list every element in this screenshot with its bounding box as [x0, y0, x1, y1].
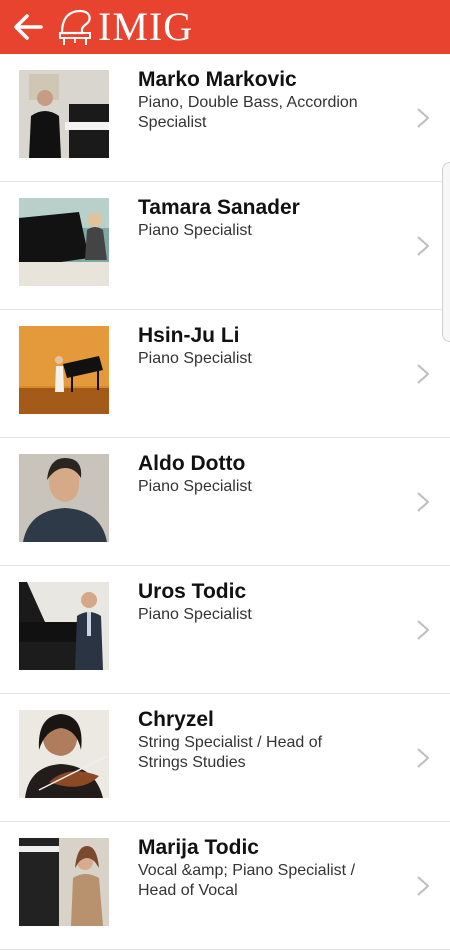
list-item[interactable]: Marija Todic Vocal &amp; Piano Specialis… [0, 822, 450, 950]
teacher-name: Tamara Sanader [138, 196, 300, 219]
list-item[interactable]: Aldo Dotto Piano Specialist [0, 438, 450, 566]
teacher-photo [19, 582, 109, 670]
chevron-right-icon [417, 235, 430, 256]
list-item[interactable]: Chryzel String Specialist / Head of Stri… [0, 694, 450, 822]
teacher-name: Marija Todic [138, 836, 259, 859]
teacher-photo [19, 198, 109, 286]
teacher-name: Marko Markovic [138, 68, 297, 91]
teacher-name: Chryzel [138, 708, 214, 731]
teacher-photo [19, 70, 109, 158]
back-button[interactable] [6, 0, 50, 54]
teacher-role: Piano Specialist [138, 606, 252, 623]
chevron-right-icon [417, 747, 430, 768]
teacher-name: Uros Todic [138, 580, 247, 603]
teacher-role: Vocal &amp; Piano Specialist / Head of V… [138, 862, 356, 899]
scroll-handle[interactable] [442, 162, 450, 342]
list-item[interactable]: Uros Todic Piano Specialist [0, 566, 450, 694]
arrow-left-icon [14, 14, 43, 40]
chevron-right-icon [417, 875, 430, 896]
teacher-name: Hsin-Ju Li [138, 324, 240, 347]
grand-piano-icon [59, 9, 91, 45]
teacher-name: Aldo Dotto [138, 452, 246, 475]
teacher-photo [19, 838, 109, 926]
teacher-list: Marko Markovic Piano, Double Bass, Accor… [0, 54, 450, 950]
list-item[interactable]: Hsin-Ju Li Piano Specialist [0, 310, 450, 438]
chevron-right-icon [417, 491, 430, 512]
chevron-right-icon [417, 107, 430, 128]
teacher-photo [19, 326, 109, 414]
teacher-role: String Specialist / Head of Strings Stud… [138, 734, 323, 771]
app-bar: IMIG [0, 0, 450, 54]
teacher-role: Piano, Double Bass, Accordion Specialist [138, 94, 358, 131]
chevron-right-icon [417, 363, 430, 384]
teacher-role: Piano Specialist [138, 350, 252, 367]
chevron-right-icon [417, 619, 430, 640]
teacher-photo [19, 710, 109, 798]
logo-text: IMIG [98, 4, 194, 49]
teacher-role: Piano Specialist [138, 222, 252, 239]
list-item[interactable]: Tamara Sanader Piano Specialist [0, 182, 450, 310]
teacher-photo [19, 454, 109, 542]
list-item[interactable]: Marko Markovic Piano, Double Bass, Accor… [0, 54, 450, 182]
teacher-role: Piano Specialist [138, 478, 252, 495]
logo: IMIG [56, 0, 193, 54]
